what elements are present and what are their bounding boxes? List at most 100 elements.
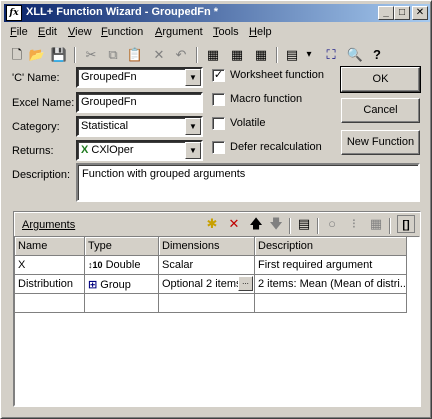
- volatile-checkbox[interactable]: [212, 117, 225, 130]
- app-icon: fx: [6, 5, 22, 21]
- type-value: Double: [105, 259, 141, 271]
- category-label: Category:: [12, 121, 60, 133]
- worksheet-function-checkbox[interactable]: ✓: [212, 69, 225, 82]
- menu-function[interactable]: Function: [101, 26, 143, 38]
- move-down-icon[interactable]: 🡇: [267, 215, 285, 233]
- c-name-field[interactable]: GroupedFn ▼: [76, 67, 203, 88]
- c-name-label: 'C' Name:: [12, 72, 60, 84]
- remove-argument-icon[interactable]: ✕: [225, 215, 243, 233]
- ok-button[interactable]: OK: [340, 66, 421, 93]
- maximize-button[interactable]: □: [394, 6, 410, 20]
- table-row-name[interactable]: X: [15, 256, 85, 275]
- table-row-description[interactable]: 2 items: Mean (Mean of distri...: [255, 275, 407, 294]
- arguments-title: Arguments: [22, 219, 76, 231]
- cancel-button[interactable]: Cancel: [341, 98, 420, 123]
- close-button[interactable]: ✕: [412, 6, 428, 20]
- move-up-icon[interactable]: 🡅: [247, 215, 265, 233]
- macro-function-label[interactable]: Macro function: [230, 93, 302, 105]
- paste-icon[interactable]: 📋: [126, 46, 144, 64]
- window-title: XLL+ Function Wizard - GroupedFn *: [26, 6, 219, 18]
- function-wizard-window: fx XLL+ Function Wizard - GroupedFn * _ …: [0, 0, 432, 419]
- description-label: Description:: [12, 169, 71, 181]
- undo-icon[interactable]: ↶: [172, 46, 190, 64]
- dimensions-edit-button[interactable]: ...: [238, 276, 253, 291]
- new-icon[interactable]: 🗋: [8, 46, 26, 64]
- table-row-type[interactable]: ↕10 Double: [85, 256, 159, 275]
- table-row-dimensions[interactable]: Optional 2 items ...: [159, 275, 255, 294]
- table-new-row-type[interactable]: [85, 294, 159, 313]
- excel-type-icon: X: [81, 144, 89, 156]
- vector-icon[interactable]: ⁝: [345, 215, 363, 233]
- argument-properties-icon[interactable]: ▤: [295, 215, 313, 233]
- column-header-type[interactable]: Type: [85, 237, 159, 256]
- table-row-type[interactable]: ⊞ Group: [85, 275, 159, 294]
- table-new-row-dimensions[interactable]: [159, 294, 255, 313]
- type-value: Group: [100, 279, 131, 291]
- matrix-icon[interactable]: ▦: [367, 215, 385, 233]
- worksheet-function-label[interactable]: Worksheet function: [230, 69, 324, 81]
- excel-name-value: GroupedFn: [81, 96, 137, 108]
- double-type-icon: ↕10: [88, 260, 103, 270]
- new-function-button[interactable]: New Function: [341, 130, 420, 155]
- circle-icon[interactable]: ○: [323, 215, 341, 233]
- properties-icon[interactable]: ▤: [283, 46, 301, 64]
- menu-view[interactable]: View: [68, 26, 92, 38]
- menu-bar: File Edit View Function Argument Tools H…: [4, 24, 430, 42]
- toolbar-separator: [74, 47, 76, 63]
- copy-icon[interactable]: ⧉: [104, 46, 122, 64]
- description-field[interactable]: Function with grouped arguments: [76, 163, 420, 202]
- c-name-value: GroupedFn: [81, 71, 137, 83]
- title-bar[interactable]: fx XLL+ Function Wizard - GroupedFn * _ …: [4, 4, 430, 22]
- defer-recalculation-label[interactable]: Defer recalculation: [230, 141, 322, 153]
- returns-dropdown-button[interactable]: ▼: [185, 142, 201, 159]
- excel-name-label: Excel Name:: [12, 97, 75, 109]
- defer-recalculation-checkbox[interactable]: [212, 141, 225, 154]
- save-icon[interactable]: 💾: [50, 46, 68, 64]
- table-new-row-name[interactable]: [15, 294, 85, 313]
- column-header-name[interactable]: Name: [15, 237, 85, 256]
- open-icon[interactable]: 📂: [28, 46, 46, 64]
- excel-export-3-icon[interactable]: ▦: [252, 46, 270, 64]
- table-row-dimensions[interactable]: Scalar: [159, 256, 255, 275]
- minimize-button[interactable]: _: [378, 6, 394, 20]
- toolbar-separator: [317, 218, 319, 234]
- category-value: Statistical: [81, 120, 129, 132]
- returns-value: CXlOper: [91, 144, 134, 156]
- excel-name-field[interactable]: GroupedFn: [76, 92, 203, 113]
- menu-argument[interactable]: Argument: [155, 26, 203, 38]
- column-header-description[interactable]: Description: [255, 237, 407, 256]
- toolbar-separator: [289, 218, 291, 234]
- add-argument-icon[interactable]: ✱: [203, 215, 221, 233]
- table-new-row-description[interactable]: [255, 294, 407, 313]
- menu-tools[interactable]: Tools: [213, 26, 239, 38]
- c-name-dropdown-button[interactable]: ▼: [185, 69, 201, 86]
- group-icon[interactable]: ⛶: [322, 46, 340, 64]
- dimensions-value: Optional 2 items: [162, 278, 242, 290]
- excel-export-2-icon[interactable]: ▦: [228, 46, 246, 64]
- toolbar-separator: [196, 47, 198, 63]
- cut-icon[interactable]: ✂: [82, 46, 100, 64]
- menu-edit[interactable]: Edit: [38, 26, 57, 38]
- menu-help[interactable]: Help: [249, 26, 272, 38]
- delete-icon[interactable]: ✕: [150, 46, 168, 64]
- returns-select[interactable]: X CXlOper ▼: [76, 140, 203, 161]
- group-type-icon: ⊞: [88, 279, 98, 291]
- category-dropdown-button[interactable]: ▼: [185, 118, 201, 135]
- main-toolbar: 🗋 📂 💾 ✂ ⧉ 📋 ✕ ↶ ▦ ▦ ▦ ▤ ▾ ⛶ 🔍 ?: [4, 43, 430, 65]
- column-header-dimensions[interactable]: Dimensions: [159, 237, 255, 256]
- table-row-name[interactable]: Distribution: [15, 275, 85, 294]
- macro-function-checkbox[interactable]: [212, 93, 225, 106]
- volatile-label[interactable]: Volatile: [230, 117, 265, 129]
- menu-file[interactable]: File: [10, 26, 28, 38]
- category-select[interactable]: Statistical ▼: [76, 116, 203, 137]
- help-icon[interactable]: ?: [368, 46, 386, 64]
- toolbar-separator: [276, 47, 278, 63]
- group-brackets-icon[interactable]: []: [397, 215, 415, 233]
- arguments-table: Name Type Dimensions Description X ↕10 D…: [14, 236, 420, 406]
- table-row-description[interactable]: First required argument: [255, 256, 407, 275]
- chevron-down-icon[interactable]: ▾: [300, 46, 318, 64]
- returns-label: Returns:: [12, 145, 54, 157]
- excel-export-icon[interactable]: ▦: [204, 46, 222, 64]
- description-value: Function with grouped arguments: [82, 168, 246, 180]
- find-icon[interactable]: 🔍: [346, 46, 364, 64]
